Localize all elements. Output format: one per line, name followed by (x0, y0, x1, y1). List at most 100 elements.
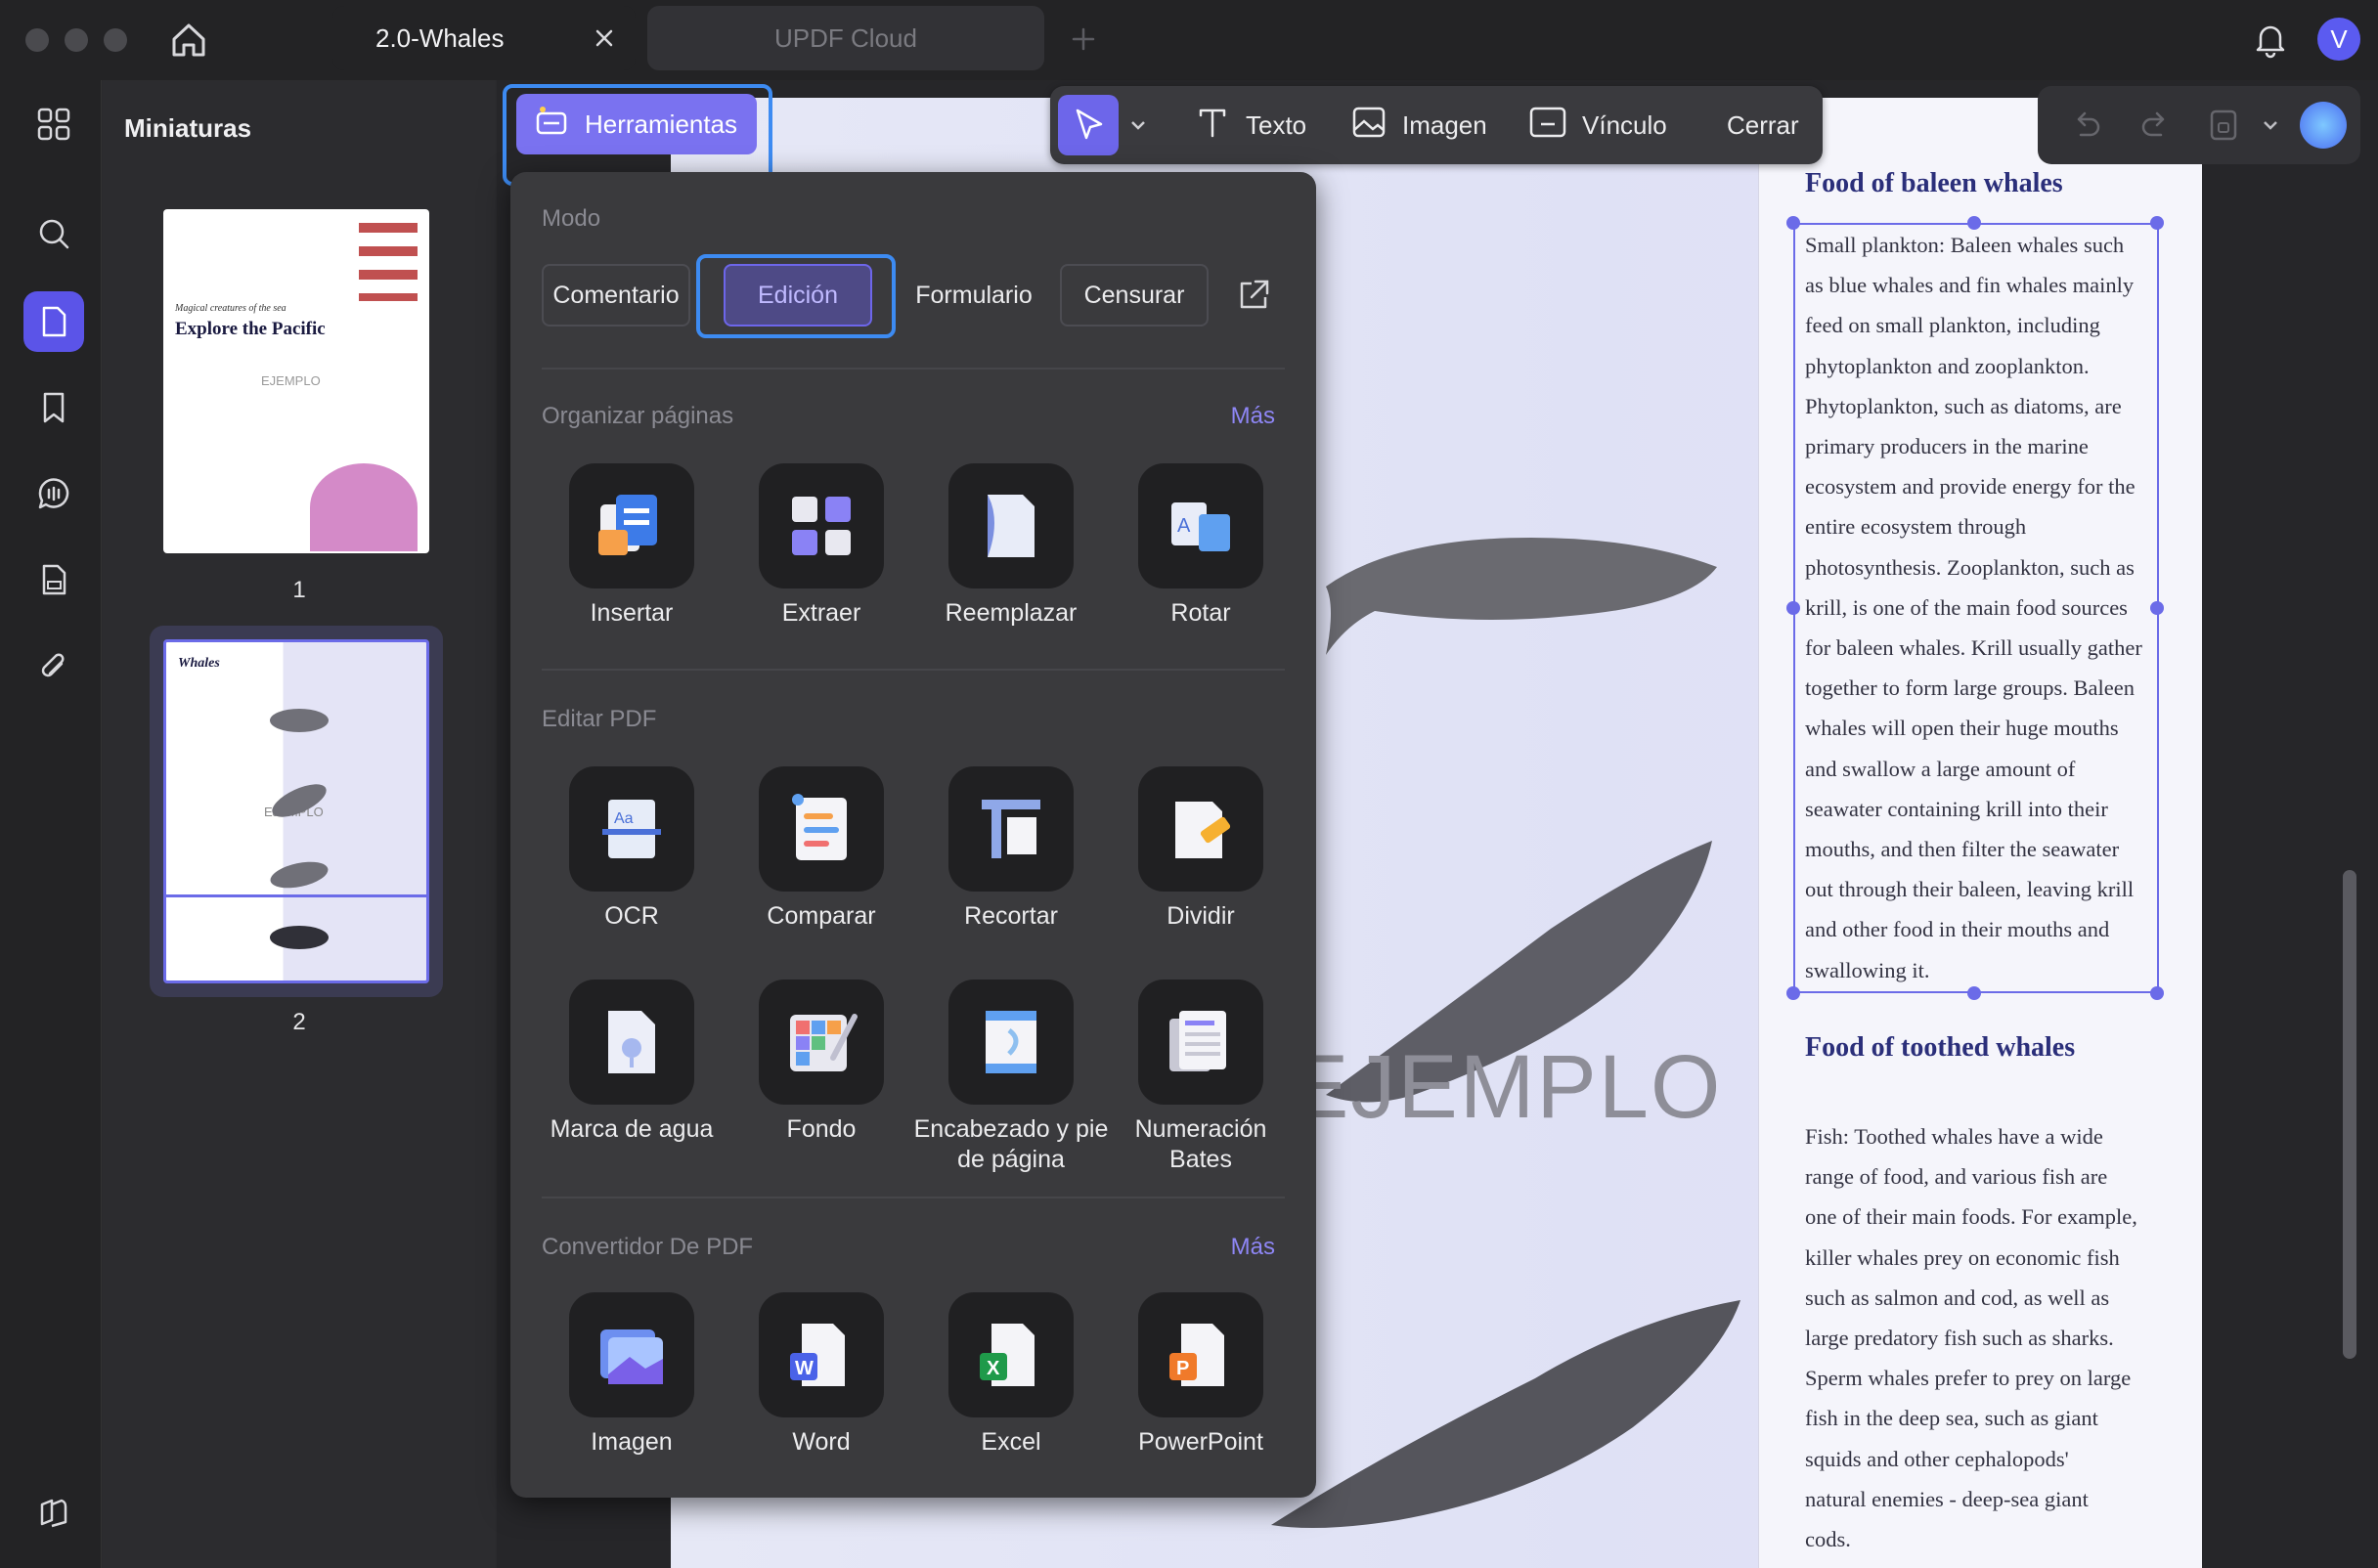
bookmark-icon[interactable] (23, 377, 84, 438)
tab-updf-cloud[interactable]: UPDF Cloud (647, 6, 1044, 70)
numeracion-bates-tool[interactable]: Numeración Bates (1113, 980, 1289, 1175)
fondo-tool[interactable]: Fondo (733, 980, 909, 1145)
whale-image (1261, 1281, 1750, 1535)
undo-icon[interactable] (2067, 106, 2106, 150)
resize-handle[interactable] (1786, 216, 1800, 230)
text-tool-label: Texto (1246, 109, 1307, 140)
document-icon[interactable] (23, 291, 84, 352)
search-icon[interactable] (23, 203, 84, 264)
convert-word-tool[interactable]: W Word (733, 1292, 909, 1458)
image-convert-icon (569, 1292, 694, 1417)
form-icon[interactable] (23, 549, 84, 610)
crop-icon (948, 766, 1074, 892)
text-line: Sperm whales prefer to prey on large (1805, 1366, 2132, 1391)
fondo-label: Fondo (786, 1115, 857, 1143)
text-line: out through their baleen, leaving krill (1805, 877, 2135, 902)
text-tool-button[interactable]: Texto (1193, 86, 1306, 164)
bell-icon[interactable] (2249, 18, 2292, 61)
herramientas-button[interactable]: Herramientas (516, 94, 757, 154)
reemplazar-tool[interactable]: Reemplazar (923, 463, 1099, 629)
convert-excel-tool[interactable]: X Excel (923, 1292, 1099, 1458)
marca-de-agua-tool[interactable]: Marca de agua (526, 980, 737, 1145)
convert-excel-label: Excel (981, 1428, 1041, 1456)
text-line: as blue whales and fin whales mainly (1805, 273, 2135, 298)
thumb-subheading: Magical creatures of the sea (175, 303, 286, 314)
text-line: squids and other cephalopods' (1805, 1446, 2069, 1471)
herramientas-label: Herramientas (585, 109, 738, 139)
link-tool-button[interactable]: Vínculo (1527, 86, 1667, 164)
window-zoom-button[interactable] (104, 28, 127, 52)
extraer-tool[interactable]: Extraer (733, 463, 909, 629)
open-external-icon[interactable] (1234, 276, 1273, 320)
dividir-tool[interactable]: Dividir (1113, 766, 1289, 932)
mode-section-title: Modo (542, 205, 601, 232)
grid-icon[interactable] (23, 94, 84, 154)
ai-assistant-icon[interactable] (2300, 102, 2347, 149)
save-icon[interactable] (2204, 106, 2243, 150)
chevron-down-icon[interactable] (2259, 111, 2282, 144)
insert-pages-icon (569, 463, 694, 588)
thumb-heading: Explore the Pacific (175, 319, 326, 339)
mode-formulario-button[interactable]: Formulario (896, 264, 1052, 327)
title-bar: 2.0-Whales UPDF Cloud V (0, 0, 2378, 80)
image-tool-button[interactable]: Imagen (1349, 86, 1487, 164)
window-minimize-button[interactable] (65, 28, 88, 52)
ocr-label: OCR (604, 902, 659, 930)
organizar-section-title: Organizar páginas (542, 403, 734, 429)
close-icon[interactable] (585, 19, 624, 58)
comparar-tool[interactable]: Comparar (733, 766, 909, 932)
pointer-icon[interactable] (1058, 95, 1119, 155)
text-line: killer whales prey on economic fish (1805, 1244, 2120, 1270)
home-icon[interactable] (166, 18, 211, 63)
convert-powerpoint-tool[interactable]: P PowerPoint (1113, 1292, 1289, 1458)
text-line: range of food, and various fish are (1805, 1164, 2108, 1190)
convert-imagen-tool[interactable]: Imagen (544, 1292, 720, 1458)
recortar-tool[interactable]: Recortar (923, 766, 1099, 932)
vertical-scrollbar[interactable] (2343, 870, 2356, 1359)
resize-handle[interactable] (1786, 986, 1800, 1000)
insertar-label: Insertar (590, 599, 674, 627)
tab-document[interactable]: 2.0-Whales (332, 6, 636, 70)
edit-toolbar: Texto Imagen Vínculo Cerrar (1050, 86, 1823, 164)
layers-icon[interactable] (23, 1482, 84, 1543)
ocr-icon: Aa (569, 766, 694, 892)
plus-icon[interactable] (1064, 20, 1103, 59)
encabezado-label: Encabezado y pie de página (913, 1115, 1109, 1173)
paperclip-icon[interactable] (23, 635, 84, 696)
link-icon (1527, 103, 1568, 149)
rotate-pages-icon: A (1138, 463, 1263, 588)
header-footer-icon (948, 980, 1074, 1105)
pdf-watermark: EJEMPLO (1289, 1037, 1723, 1137)
text-line: and swallow a large amount of (1805, 756, 2076, 781)
ocr-tool[interactable]: Aa OCR (544, 766, 720, 932)
chevron-down-icon[interactable] (1126, 86, 1150, 164)
mode-censurar-button[interactable]: Censurar (1060, 264, 1209, 327)
encabezado-tool[interactable]: Encabezado y pie de página (911, 980, 1111, 1175)
convert-imagen-label: Imagen (591, 1428, 673, 1456)
thumbnail-page-2[interactable]: Whales EJEMPLO (163, 639, 429, 983)
rotar-tool[interactable]: A Rotar (1113, 463, 1289, 629)
word-icon: W (759, 1292, 884, 1417)
doc-paragraph-baleen[interactable]: Small plankton: Baleen whales such as blu… (1805, 225, 2157, 990)
insertar-tool[interactable]: Insertar (544, 463, 720, 629)
organizar-more-link[interactable]: Más (1231, 403, 1275, 430)
convertidor-more-link[interactable]: Más (1231, 1234, 1275, 1261)
mode-comentario-button[interactable]: Comentario (542, 264, 690, 327)
powerpoint-icon: P (1138, 1292, 1263, 1417)
doc-heading-toothed: Food of toothed whales (1805, 1032, 2076, 1063)
redo-icon[interactable] (2136, 106, 2175, 150)
close-edit-button[interactable]: Cerrar (1727, 86, 1799, 164)
mode-edicion-button[interactable]: Edición (724, 264, 872, 327)
doc-paragraph-toothed[interactable]: Fish: Toothed whales have a wide range of… (1805, 1116, 2157, 1559)
text-line: photosynthesis. Zooplankton, such as (1805, 554, 2135, 580)
whale-image (1316, 499, 1727, 655)
resize-handle[interactable] (1786, 601, 1800, 615)
text-line: mouths, and then filter the seawater (1805, 837, 2120, 862)
window-close-button[interactable] (25, 28, 49, 52)
bates-numbering-icon (1138, 980, 1263, 1105)
convertidor-section-title: Convertidor De PDF (542, 1234, 754, 1260)
avatar[interactable]: V (2317, 18, 2360, 61)
thumbnail-page-1[interactable]: Magical creatures of the sea Explore the… (163, 209, 429, 553)
rotar-label: Rotar (1170, 599, 1231, 627)
comment-icon[interactable] (23, 463, 84, 524)
